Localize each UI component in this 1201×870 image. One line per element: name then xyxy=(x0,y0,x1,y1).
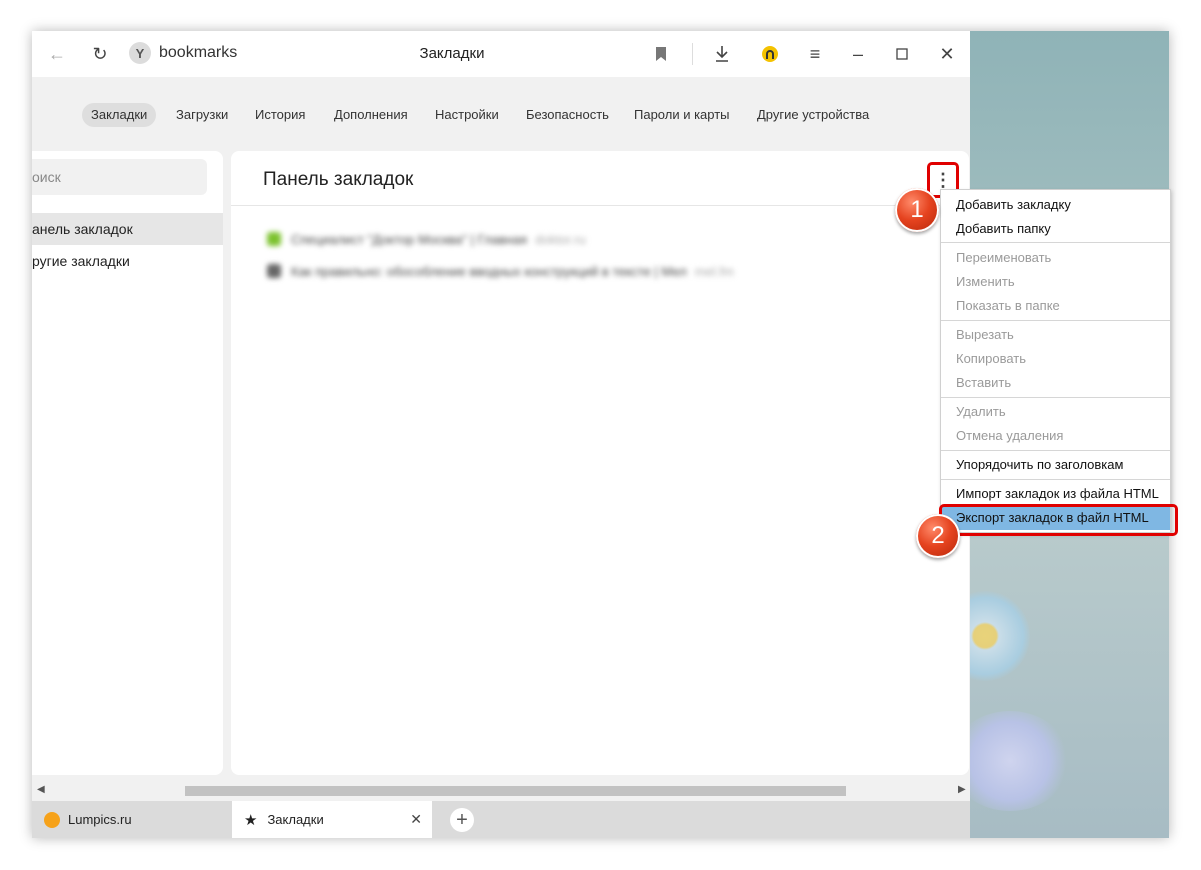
address-bar[interactable]: bookmarks xyxy=(159,44,237,62)
menu-item-copy[interactable]: Копировать xyxy=(941,347,1170,371)
tab-passwords[interactable]: Пароли и карты xyxy=(625,103,739,127)
tab-bookmarks[interactable]: Закладки xyxy=(82,103,157,127)
menu-separator xyxy=(941,479,1170,480)
maximize-icon[interactable] xyxy=(889,41,915,67)
browser-window: ← ↻ Y bookmarks Закладки ≡ – ✕ Закладки … xyxy=(32,31,970,838)
toolbar-divider xyxy=(692,43,693,65)
menu-separator xyxy=(941,320,1170,321)
scrollbar-thumb[interactable] xyxy=(185,786,846,796)
sidebar-item-bookmarks-bar[interactable]: анель закладок xyxy=(32,213,223,245)
bookmark-row[interactable]: Как правильно: обособление вводных конст… xyxy=(267,263,734,279)
step-badge-2: 2 xyxy=(916,514,960,558)
bookmark-icon[interactable] xyxy=(648,41,674,67)
menu-icon[interactable]: ≡ xyxy=(802,41,828,67)
favicon-icon xyxy=(267,232,281,246)
close-window-icon[interactable]: ✕ xyxy=(934,41,960,67)
search-placeholder: оиск xyxy=(32,169,61,185)
divider xyxy=(231,205,969,206)
reload-icon[interactable]: ↻ xyxy=(87,41,113,67)
menu-item-edit[interactable]: Изменить xyxy=(941,270,1170,294)
favicon-icon xyxy=(267,264,281,278)
panel-title: Панель закладок xyxy=(263,169,414,190)
account-icon[interactable] xyxy=(757,41,783,67)
bookmark-url: mel.fm xyxy=(694,263,734,279)
bookmark-title: Специалист "Доктор Москва" | Главная xyxy=(291,231,528,247)
step-badge-1: 1 xyxy=(895,188,939,232)
menu-separator xyxy=(941,397,1170,398)
title-bar: ← ↻ Y bookmarks Закладки ≡ – ✕ xyxy=(32,31,970,77)
browser-tab-bar: Lumpics.ru ★ Закладки ✕ + xyxy=(32,801,970,838)
tab-label: Lumpics.ru xyxy=(68,812,132,827)
menu-item-paste[interactable]: Вставить xyxy=(941,371,1170,395)
menu-item-import-html[interactable]: Импорт закладок из файла HTML xyxy=(941,482,1170,506)
menu-item-sort-by-title[interactable]: Упорядочить по заголовкам xyxy=(941,453,1170,477)
highlight-frame xyxy=(939,504,1178,536)
menu-item-undo-delete[interactable]: Отмена удаления xyxy=(941,424,1170,448)
horizontal-scrollbar[interactable]: ◀ ▶ xyxy=(32,782,970,800)
star-icon: ★ xyxy=(244,811,258,829)
search-input[interactable]: оиск xyxy=(32,159,207,195)
back-arrow-icon[interactable]: ← xyxy=(44,41,70,67)
tab-downloads[interactable]: Загрузки xyxy=(167,103,237,127)
menu-item-add-bookmark[interactable]: Добавить закладку xyxy=(941,193,1170,217)
menu-item-rename[interactable]: Переименовать xyxy=(941,246,1170,270)
tab-label: Закладки xyxy=(267,812,324,827)
lumpics-favicon-icon xyxy=(44,811,60,828)
minimize-icon[interactable]: – xyxy=(845,41,871,67)
bookmark-url: doktor.ru xyxy=(535,231,586,247)
menu-item-delete[interactable]: Удалить xyxy=(941,400,1170,424)
new-tab-button[interactable]: + xyxy=(450,808,474,832)
browser-tab-lumpics[interactable]: Lumpics.ru xyxy=(32,801,231,838)
menu-separator xyxy=(941,450,1170,451)
download-icon[interactable] xyxy=(709,41,735,67)
menu-item-cut[interactable]: Вырезать xyxy=(941,323,1170,347)
bookmarks-main-panel: Панель закладок Специалист "Доктор Москв… xyxy=(231,151,969,775)
scroll-right-icon[interactable]: ▶ xyxy=(958,784,966,795)
tab-security[interactable]: Безопасность xyxy=(517,103,618,127)
close-tab-icon[interactable]: ✕ xyxy=(410,811,422,828)
scroll-left-icon[interactable]: ◀ xyxy=(37,784,45,795)
yandex-logo-icon: Y xyxy=(129,42,151,64)
bookmarks-sidebar: оиск анель закладок ругие закладки xyxy=(32,151,223,775)
menu-item-add-folder[interactable]: Добавить папку xyxy=(941,217,1170,241)
bookmark-title: Как правильно: обособление вводных конст… xyxy=(291,263,687,279)
tab-settings[interactable]: Настройки xyxy=(426,103,508,127)
menu-separator xyxy=(941,242,1170,243)
bookmark-row[interactable]: Специалист "Доктор Москва" | Главная dok… xyxy=(267,231,586,247)
bookmarks-nav-tabs: Закладки Загрузки История Дополнения Нас… xyxy=(32,77,970,147)
sidebar-item-other-bookmarks[interactable]: ругие закладки xyxy=(32,245,223,277)
page-title: Закладки xyxy=(419,45,485,62)
browser-tab-bookmarks[interactable]: ★ Закладки ✕ xyxy=(232,801,432,838)
tab-history[interactable]: История xyxy=(246,103,314,127)
tab-extensions[interactable]: Дополнения xyxy=(325,103,417,127)
menu-item-show-in-folder[interactable]: Показать в папке xyxy=(941,294,1170,318)
context-menu: Добавить закладку Добавить папку Переиме… xyxy=(940,189,1171,533)
tab-other-devices[interactable]: Другие устройства xyxy=(748,103,878,127)
